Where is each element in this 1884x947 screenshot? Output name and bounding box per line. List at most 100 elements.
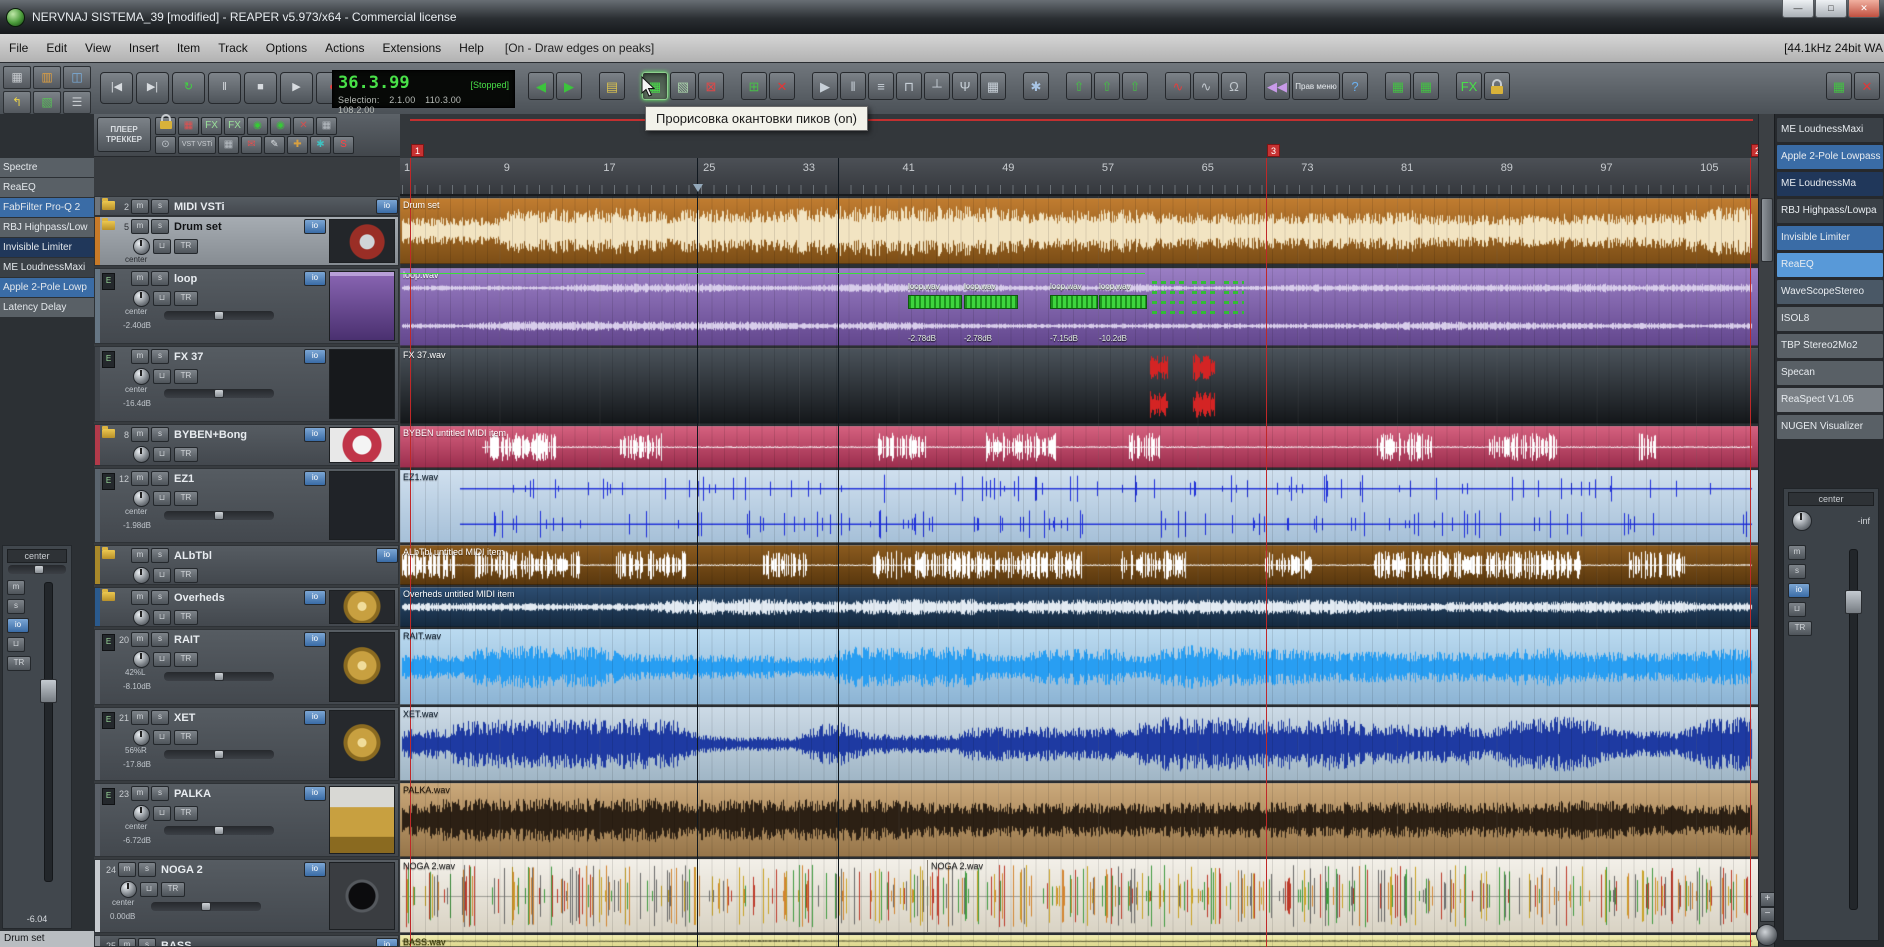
fx-item-reaeq[interactable]: ReaEQ (0, 178, 94, 197)
maximize-button[interactable]: □ (1815, 0, 1847, 18)
tr-button[interactable]: TR (174, 291, 198, 306)
volume-slider-handle[interactable] (213, 311, 224, 320)
auto-play-button[interactable]: ▶ (812, 72, 838, 100)
fx-item-nugen-visualizer[interactable]: NUGEN Visualizer (1777, 415, 1883, 439)
lane-fx-37[interactable]: FX 37.wav (400, 348, 1758, 424)
route-button[interactable]: io (304, 219, 326, 234)
toolbar-lock-button[interactable] (1484, 72, 1510, 100)
volume-slider[interactable] (164, 389, 274, 398)
menu-item-help[interactable]: Help (450, 34, 493, 62)
tcp-mail-button[interactable]: ✉ (241, 136, 262, 154)
fx-item-latency-delay[interactable]: Latency Delay (0, 298, 94, 317)
fx-item-tbp-stereo2mo2[interactable]: TBP Stereo2Mo2 (1777, 334, 1883, 358)
item-lock-3-button[interactable]: ⇧ (1122, 72, 1148, 100)
mute-button[interactable]: m (131, 471, 149, 486)
lane-noga-2[interactable]: NOGA 2.wav NOGA 2.wav (400, 859, 1758, 933)
menu-item-edit[interactable]: Edit (37, 34, 76, 62)
solo-button[interactable]: s (138, 938, 156, 946)
mute-button[interactable]: m (131, 786, 149, 801)
fx-item-me-loudnessmaxi[interactable]: ME LoudnessMaxi (1777, 118, 1883, 142)
route-button[interactable]: io (376, 548, 398, 563)
tcp-vst-button[interactable]: VST VSTi (178, 136, 216, 154)
width-button[interactable]: ⊔ (140, 882, 158, 897)
tcp-monitor-2-button[interactable]: ◉ (270, 117, 291, 135)
menu-item-view[interactable]: View (76, 34, 120, 62)
volume-slider[interactable] (164, 826, 274, 835)
nav-back-button[interactable]: ◀ (528, 72, 554, 100)
track-panel-drum-set[interactable]: 5 m s Drum set io ⊔ TR center (94, 216, 399, 266)
lane-loop[interactable]: loop.wav loop.wav -2.78dB loop.wav -2.78dB lo… (400, 268, 1758, 346)
solo-button[interactable]: s (7, 599, 25, 614)
tr-button[interactable]: TR (161, 882, 185, 897)
width-button[interactable]: ⊔ (153, 369, 171, 384)
envelope-icon[interactable]: E (102, 634, 115, 651)
width-button[interactable]: ⊔ (153, 291, 171, 306)
midi-item[interactable] (964, 295, 1018, 309)
item-lock-2-button[interactable]: ⇧ (1094, 72, 1120, 100)
nav-forward-button[interactable]: ▶ (556, 72, 582, 100)
fx-item-isol8[interactable]: ISOL8 (1777, 307, 1883, 331)
tcp-pencil-button[interactable]: ✎ (264, 136, 285, 154)
envelope-icon[interactable]: E (102, 351, 115, 368)
volume-knob[interactable] (133, 805, 150, 822)
tcp-close-button[interactable]: ✕ (293, 117, 314, 135)
fx-item-wavescopestereo[interactable]: WaveScopeStereo (1777, 280, 1883, 304)
pan-knob[interactable] (1792, 511, 1812, 531)
render-matrix-2-button[interactable]: ▦ (1413, 72, 1439, 100)
track-panel-rait[interactable]: E 20 m s RAIT io ⊔ TR 42%L -8.10dB (94, 629, 399, 705)
menu-item-item[interactable]: Item (168, 34, 209, 62)
route-button[interactable]: io (304, 710, 326, 725)
marker-flag-2[interactable]: 2 (1751, 144, 1758, 157)
monitoring-button[interactable]: Ω (1221, 72, 1247, 100)
envelope-psi-button[interactable]: Ψ (952, 72, 978, 100)
solo-button[interactable]: s (151, 786, 169, 801)
volume-fader[interactable] (40, 582, 57, 882)
item-lock-1-button[interactable]: ⇧ (1066, 72, 1092, 100)
marker-lane[interactable]: 1 3 2 (400, 114, 1758, 158)
midi-item[interactable] (1099, 295, 1147, 309)
zoom-in-button[interactable]: + (1760, 892, 1775, 907)
volume-knob[interactable] (133, 238, 150, 255)
mute-button[interactable]: m (131, 427, 149, 442)
repeat-toggle-button[interactable]: ↻ (172, 72, 205, 104)
volume-slider-handle[interactable] (213, 750, 224, 759)
tr-button[interactable]: TR (7, 656, 31, 671)
solo-button[interactable]: s (151, 590, 169, 605)
play-button[interactable]: ▶ (280, 72, 313, 104)
insert-media-button[interactable]: ⊞ (741, 72, 767, 100)
track-panel-palka[interactable]: E 23 m s PALKA io ⊔ TR center -6.72dB (94, 783, 399, 857)
fx-item-me-loudnessma[interactable]: ME LoudnessMa (1777, 172, 1883, 196)
width-button[interactable]: ⊔ (153, 610, 171, 625)
envelope-square-button[interactable]: ⊓ (896, 72, 922, 100)
route-button[interactable]: io (304, 862, 326, 877)
solo-button[interactable]: s (151, 548, 169, 563)
volume-slider[interactable] (151, 902, 261, 911)
fx-item-me-loudnessmaxi[interactable]: ME LoudnessMaxi (0, 258, 94, 277)
volume-knob[interactable] (133, 609, 150, 626)
lane-albtbl[interactable]: ALbTbl untitled MIDI item (400, 545, 1758, 585)
midi-item[interactable] (908, 295, 962, 309)
mute-button[interactable]: m (131, 632, 149, 647)
fx-chain-button[interactable]: FX (1456, 72, 1482, 100)
track-panel-fx-37[interactable]: Em s FX 37 io ⊔ TR center -16.4dB (94, 346, 399, 422)
tcp-record-mode-button[interactable]: ⊙ (155, 136, 176, 154)
volume-knob[interactable] (120, 881, 137, 898)
fx-item-rbj-highpass-low[interactable]: RBJ Highpass/Low (0, 218, 94, 237)
fx-item-invisible-limiter[interactable]: Invisible Limiter (1777, 226, 1883, 250)
dock-toolbar-undo-icon[interactable]: ↰ (3, 91, 31, 114)
tcp-solo-all-button[interactable]: S (333, 136, 354, 154)
dock-toolbar-mixer-icon[interactable]: ▥ (33, 66, 61, 89)
arrange-view[interactable]: 1 3 2 1 9 17 25 33 41 49 57 65 73 81 89 97 105 Drum set… (400, 114, 1758, 947)
envelope-icon[interactable]: E (102, 273, 115, 290)
tcp-fx-grid-button[interactable]: ▦ (178, 117, 199, 135)
route-button[interactable]: io (304, 590, 326, 605)
fx-item-invisible-limiter[interactable]: Invisible Limiter (0, 238, 94, 257)
solo-button[interactable]: s (1788, 564, 1806, 579)
track-panel-loop[interactable]: Em s loop io ⊔ TR center -2.40dB (94, 268, 399, 344)
volume-knob[interactable] (133, 290, 150, 307)
tr-button[interactable]: TR (174, 491, 198, 506)
marker-flag-1[interactable]: 1 (411, 144, 424, 157)
lane-byben[interactable]: BYBEN untitled MIDI item (400, 426, 1758, 468)
dock-toolbar-list-icon[interactable]: ☰ (63, 91, 91, 114)
remove-media-button[interactable]: ✕ (769, 72, 795, 100)
